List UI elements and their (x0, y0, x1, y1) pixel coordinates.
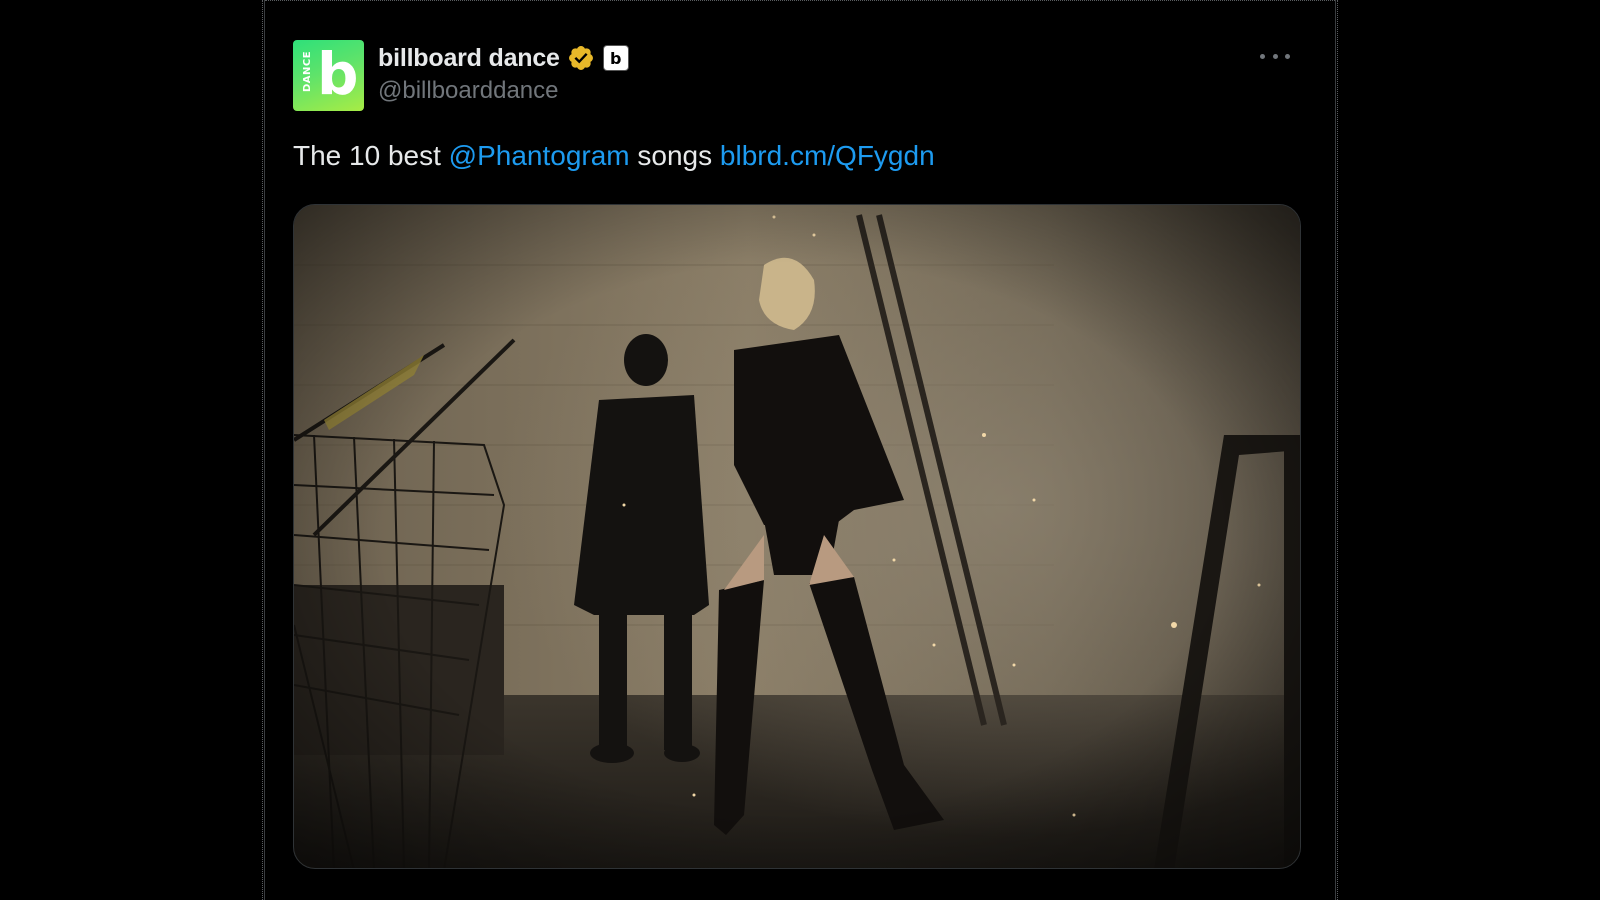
avatar-word: DANCE (302, 50, 314, 93)
text-prefix: The 10 best (293, 140, 449, 171)
divider (265, 0, 1335, 1)
avatar-letter: b (317, 40, 359, 108)
more-horizontal-icon[interactable] (1260, 44, 1290, 68)
dot (1260, 53, 1265, 59)
verified-badge-icon[interactable] (567, 44, 595, 72)
tweet-card[interactable]: DANCE b billboard dance b @billboarddanc… (262, 0, 1338, 900)
mention-link[interactable]: @Phantogram (449, 140, 630, 171)
url-link[interactable]: blbrd.cm/QFygdn (720, 140, 935, 171)
text-middle: songs (629, 140, 720, 171)
name-row: billboard dance b (378, 42, 629, 74)
handle[interactable]: @billboarddance (378, 77, 558, 105)
tweet-photo[interactable] (293, 204, 1301, 869)
page: DANCE b billboard dance b @billboarddanc… (0, 0, 1600, 900)
display-name[interactable]: billboard dance (378, 44, 560, 73)
tweet-text: The 10 best @Phantogram songs blbrd.cm/Q… (293, 140, 935, 172)
dot (1272, 53, 1278, 59)
photo-illustration (294, 205, 1300, 868)
avatar[interactable]: DANCE b (293, 40, 364, 111)
dot (1285, 53, 1290, 59)
affiliate-badge-icon[interactable]: b (602, 45, 629, 71)
